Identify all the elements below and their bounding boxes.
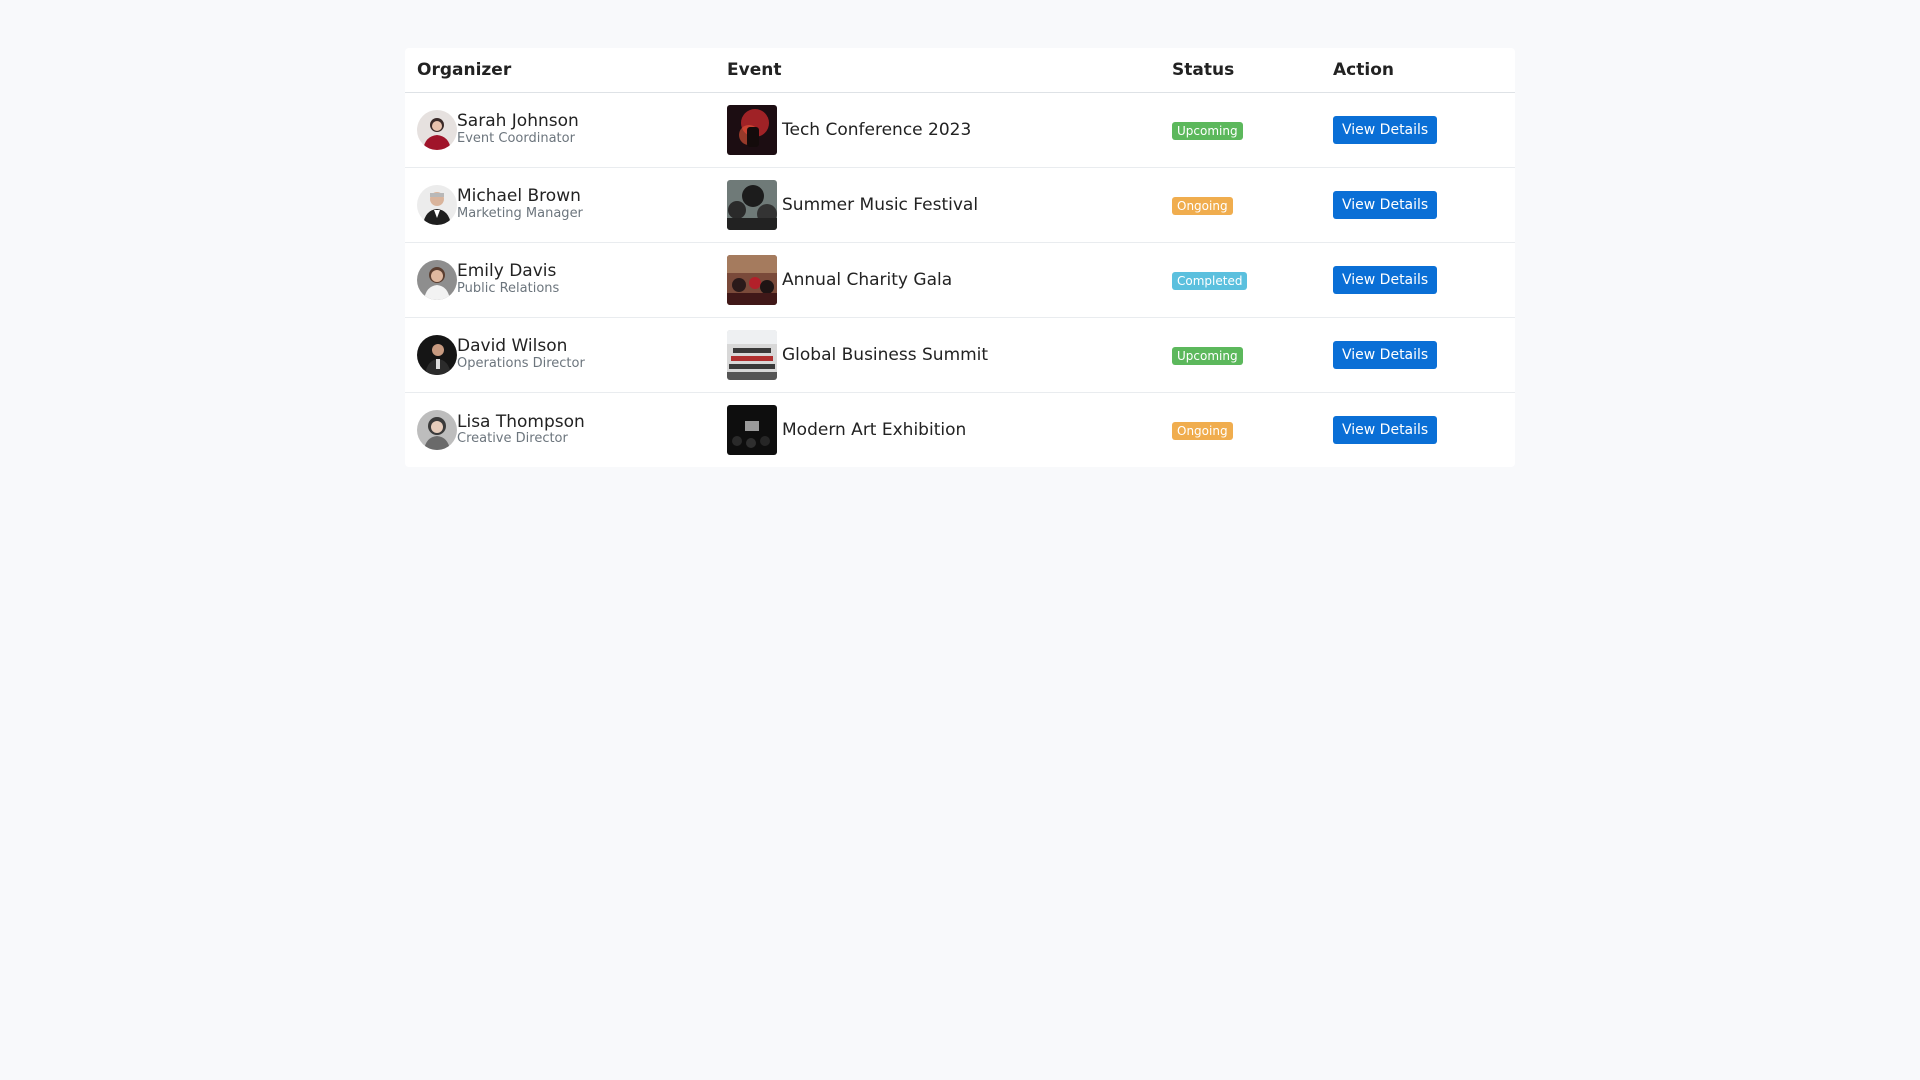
table-row: David Wilson Operations Director Global … xyxy=(405,317,1515,393)
organizer-cell: Sarah Johnson Event Coordinator xyxy=(417,109,703,150)
view-details-button[interactable]: View Details xyxy=(1333,415,1438,444)
table-row: Sarah Johnson Event Coordinator Tech Con… xyxy=(405,92,1515,168)
event-thumbnail xyxy=(727,329,777,380)
organizer-name: David Wilson xyxy=(457,336,568,357)
organizer-name: Sarah Johnson xyxy=(457,111,579,132)
event-cell: Summer Music Festival xyxy=(727,179,1148,230)
status-badge: Upcoming xyxy=(1172,346,1243,365)
header-action: Action xyxy=(1321,48,1515,93)
event-title: Annual Charity Gala xyxy=(782,269,953,290)
event-title: Tech Conference 2023 xyxy=(782,119,972,140)
status-badge: Ongoing xyxy=(1172,196,1233,215)
status-badge: Upcoming xyxy=(1172,121,1243,140)
organizer-name: Michael Brown xyxy=(457,186,581,207)
status-badge: Ongoing xyxy=(1172,421,1233,440)
view-details-button[interactable]: View Details xyxy=(1333,190,1438,219)
organizer-name: Lisa Thompson xyxy=(457,411,585,432)
event-thumbnail xyxy=(727,254,777,305)
avatar xyxy=(417,409,457,450)
organizer-cell: Emily Davis Public Relations xyxy=(417,259,703,300)
organizer-role: Operations Director xyxy=(457,355,585,371)
avatar xyxy=(417,259,457,300)
avatar xyxy=(417,334,457,375)
view-details-button[interactable]: View Details xyxy=(1333,115,1438,144)
event-cell: Global Business Summit xyxy=(727,329,1148,380)
view-details-button[interactable]: View Details xyxy=(1333,265,1438,294)
event-title: Global Business Summit xyxy=(782,344,989,365)
organizer-cell: David Wilson Operations Director xyxy=(417,334,703,375)
event-thumbnail xyxy=(727,404,777,455)
avatar xyxy=(417,184,457,225)
event-thumbnail xyxy=(727,104,777,155)
table-row: Emily Davis Public Relations Annual Char… xyxy=(405,242,1515,318)
organizer-role: Public Relations xyxy=(457,280,560,296)
view-details-button[interactable]: View Details xyxy=(1333,340,1438,369)
event-thumbnail xyxy=(727,179,777,230)
organizer-cell: Michael Brown Marketing Manager xyxy=(417,184,703,225)
table-row: Lisa Thompson Creative Director Modern A… xyxy=(405,392,1515,467)
events-table: Organizer Event Status Action Sarah John… xyxy=(405,48,1515,467)
events-table-card: Organizer Event Status Action Sarah John… xyxy=(405,48,1515,467)
table-row: Michael Brown Marketing Manager Summer M… xyxy=(405,167,1515,243)
organizer-role: Creative Director xyxy=(457,431,568,447)
event-cell: Annual Charity Gala xyxy=(727,254,1148,305)
event-cell: Tech Conference 2023 xyxy=(727,104,1148,155)
avatar xyxy=(417,109,457,150)
event-title: Summer Music Festival xyxy=(782,194,979,215)
organizer-role: Marketing Manager xyxy=(457,205,583,221)
status-badge: Completed xyxy=(1172,271,1248,290)
organizer-name: Emily Davis xyxy=(457,261,557,282)
event-title: Modern Art Exhibition xyxy=(782,419,967,440)
organizer-role: Event Coordinator xyxy=(457,130,575,146)
table-header-row: Organizer Event Status Action xyxy=(405,48,1515,93)
header-event: Event xyxy=(715,48,1160,93)
header-organizer: Organizer xyxy=(405,48,715,93)
event-cell: Modern Art Exhibition xyxy=(727,404,1148,455)
header-status: Status xyxy=(1160,48,1321,93)
organizer-cell: Lisa Thompson Creative Director xyxy=(417,409,703,450)
